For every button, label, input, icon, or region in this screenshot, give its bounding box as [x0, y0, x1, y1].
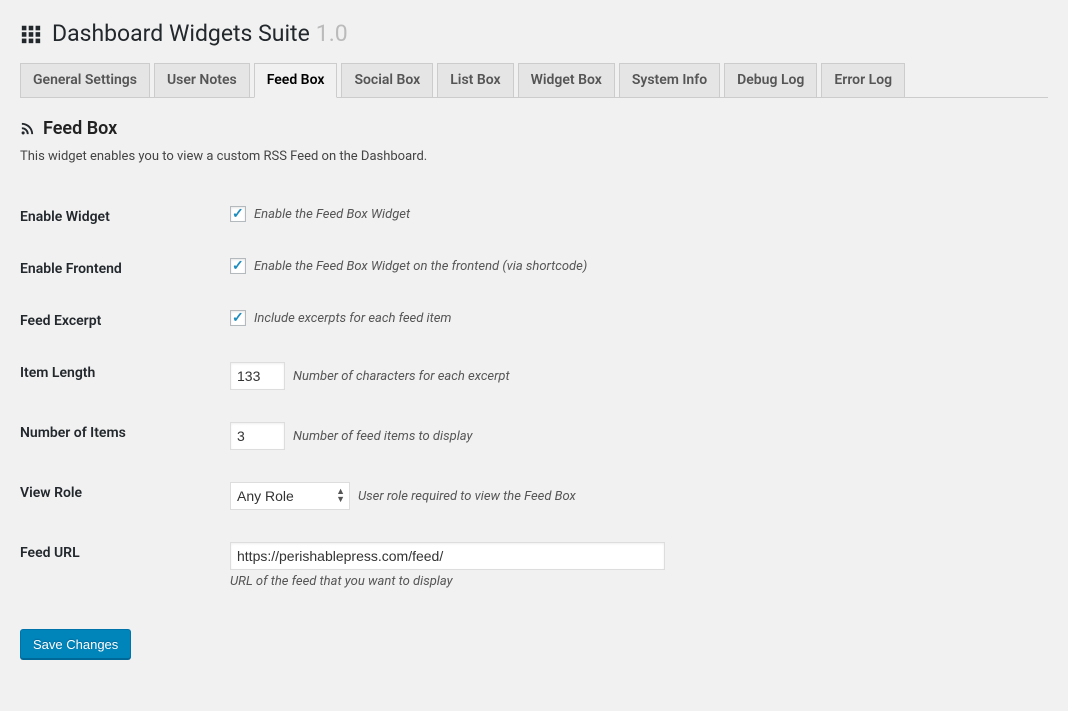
tab-feed-box[interactable]: Feed Box [254, 63, 338, 99]
tab-error-log[interactable]: Error Log [821, 63, 905, 98]
enable-widget-desc: Enable the Feed Box Widget [254, 207, 410, 222]
label-item-length: Item Length [20, 350, 230, 410]
feed-url-desc: URL of the feed that you want to display [230, 574, 1038, 589]
rss-icon [20, 121, 35, 136]
view-role-select-wrap[interactable]: Any Role ▲▼ [230, 482, 350, 510]
tab-social-box[interactable]: Social Box [341, 63, 433, 98]
tab-user-notes[interactable]: User Notes [154, 63, 250, 98]
item-length-input[interactable] [230, 362, 285, 390]
enable-widget-checkbox[interactable] [230, 206, 246, 222]
tab-list-box[interactable]: List Box [437, 63, 513, 98]
view-role-select[interactable]: Any Role [231, 483, 349, 509]
feed-url-input[interactable] [230, 542, 665, 570]
feed-excerpt-checkbox[interactable] [230, 310, 246, 326]
label-feed-url: Feed URL [20, 530, 230, 609]
label-view-role: View Role [20, 470, 230, 530]
tab-debug-log[interactable]: Debug Log [724, 63, 817, 98]
feed-excerpt-desc: Include excerpts for each feed item [254, 311, 451, 326]
view-role-desc: User role required to view the Feed Box [358, 489, 576, 504]
item-length-desc: Number of characters for each excerpt [293, 369, 510, 384]
page-title-text: Dashboard Widgets Suite [52, 20, 310, 48]
tab-system-info[interactable]: System Info [619, 63, 720, 98]
section-title: Feed Box [20, 118, 1048, 139]
tab-nav: General SettingsUser NotesFeed BoxSocial… [20, 63, 1048, 99]
label-enable-frontend: Enable Frontend [20, 246, 230, 298]
number-items-desc: Number of feed items to display [293, 429, 473, 444]
section-description: This widget enables you to view a custom… [20, 149, 1048, 164]
page-title: Dashboard Widgets Suite 1.0 [20, 20, 1048, 48]
tab-general-settings[interactable]: General Settings [20, 63, 150, 98]
enable-frontend-checkbox[interactable] [230, 258, 246, 274]
enable-frontend-desc: Enable the Feed Box Widget on the fronte… [254, 259, 587, 274]
label-enable-widget: Enable Widget [20, 194, 230, 246]
number-items-input[interactable] [230, 422, 285, 450]
label-number-items: Number of Items [20, 410, 230, 470]
grid-icon [20, 23, 42, 45]
save-changes-button[interactable]: Save Changes [20, 629, 131, 659]
section-title-text: Feed Box [43, 118, 117, 139]
tab-widget-box[interactable]: Widget Box [518, 63, 615, 98]
label-feed-excerpt: Feed Excerpt [20, 298, 230, 350]
page-version: 1.0 [316, 20, 348, 48]
